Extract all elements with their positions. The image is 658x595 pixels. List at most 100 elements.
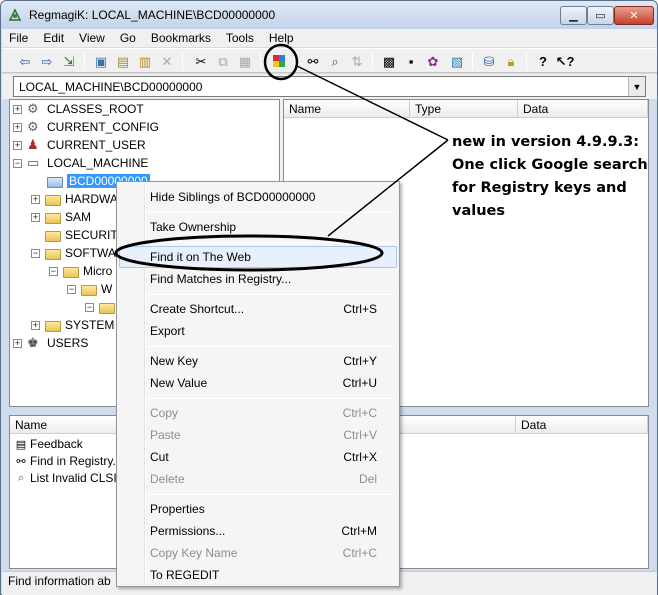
menu-item-new-key[interactable]: New Key Ctrl+Y <box>119 350 397 372</box>
new-window-icon[interactable]: ▣ <box>92 53 110 70</box>
tree-item-system[interactable]: + SYSTEM <box>31 316 114 334</box>
feedback-icon: ▤ <box>15 438 27 451</box>
forward-arrow-icon[interactable]: ⇨ <box>38 53 56 70</box>
menu-help[interactable]: Help <box>262 29 302 47</box>
address-input[interactable]: LOCAL_MACHINE\BCD00000000 ▼ <box>13 76 646 97</box>
menu-item-cut[interactable]: Cut Ctrl+X <box>119 446 397 468</box>
menu-item-find-on-web[interactable]: Find it on The Web <box>119 246 397 268</box>
column-header-type[interactable]: Type <box>410 100 518 118</box>
go-icon[interactable]: ⇲ <box>60 53 78 70</box>
new-key-icon[interactable]: ▤ <box>114 53 132 70</box>
menu-item-export[interactable]: Export <box>119 320 397 342</box>
collapse-minus-icon[interactable]: − <box>31 248 40 258</box>
tree-item-label: SYSTEM <box>65 318 115 332</box>
expand-plus-icon[interactable]: + <box>31 194 40 204</box>
tree-item-users[interactable]: + ♚ USERS <box>13 334 88 352</box>
tree-item-label: LOCAL_MACHINE <box>47 156 149 170</box>
context-help-icon[interactable]: ↖? <box>556 53 575 70</box>
help-icon[interactable]: ? <box>534 53 552 70</box>
menu-go[interactable]: Go <box>113 29 144 47</box>
expand-plus-icon[interactable]: + <box>13 338 22 348</box>
window-title: RegmagiK: LOCAL_MACHINE\BCD00000000 <box>29 8 276 22</box>
menu-item-properties[interactable]: Properties <box>119 498 397 520</box>
tree-item-software[interactable]: − SOFTWA <box>31 244 116 262</box>
google-search-icon[interactable] <box>270 53 288 70</box>
menu-item-create-shortcut[interactable]: Create Shortcut... Ctrl+S <box>119 298 397 320</box>
menu-item-hide-siblings[interactable]: Hide Siblings of BCD00000000 <box>119 186 397 208</box>
collapse-minus-icon[interactable]: − <box>13 158 22 168</box>
gear-cluster-icon: ⚙ <box>27 119 39 134</box>
cut-icon[interactable]: ✂ <box>192 53 210 70</box>
copy-icon[interactable]: ⧉ <box>214 53 232 70</box>
menu-item-label: Copy Key Name <box>150 546 238 560</box>
tree-item-subkey[interactable]: − <box>85 298 119 316</box>
column-header-name[interactable]: Name <box>284 100 410 118</box>
menu-item-delete[interactable]: Delete Del <box>119 468 397 490</box>
menu-item-shortcut: Ctrl+M <box>341 524 377 538</box>
menu-bookmarks[interactable]: Bookmarks <box>144 29 219 47</box>
network-icon[interactable]: ▧ <box>448 53 466 70</box>
list-item-find-in-registry[interactable]: ⚯ Find in Registry... <box>14 453 122 469</box>
menu-item-shortcut: Del <box>358 472 377 486</box>
collapse-minus-icon[interactable]: − <box>67 284 76 294</box>
options-icon[interactable]: ✿ <box>424 53 442 70</box>
tree-item-security[interactable]: SECURIT <box>45 226 118 244</box>
connect-icon[interactable]: ⛁ <box>480 53 498 70</box>
menu-item-shortcut: Ctrl+C <box>342 406 377 420</box>
tree-item-sam[interactable]: + SAM <box>31 208 91 226</box>
tree-item-classes-root[interactable]: + ⚙ CLASSES_ROOT <box>13 100 144 118</box>
menu-item-permissions[interactable]: Permissions... Ctrl+M <box>119 520 397 542</box>
minimize-button[interactable]: ▁ <box>560 6 587 25</box>
save-icon[interactable]: ▪ <box>402 53 420 70</box>
menu-item-to-regedit[interactable]: To REGEDIT <box>119 564 397 586</box>
menu-item-new-value[interactable]: New Value Ctrl+U <box>119 372 397 394</box>
list-item-label: Find in Registry... <box>30 454 123 468</box>
expand-plus-icon[interactable]: + <box>13 104 22 114</box>
menu-tools[interactable]: Tools <box>219 29 262 47</box>
address-bar: LOCAL_MACHINE\BCD00000000 ▼ <box>2 74 657 99</box>
lock-icon[interactable]: 🔒︎ <box>502 53 520 70</box>
app-window: RegmagiK: LOCAL_MACHINE\BCD00000000 ▁ ▭ … <box>0 0 658 595</box>
properties-icon[interactable]: ▩ <box>380 53 398 70</box>
list-item-feedback[interactable]: ▤ Feedback <box>14 436 83 452</box>
menu-item-paste[interactable]: Paste Ctrl+V <box>119 424 397 446</box>
column-header-data[interactable]: Data <box>518 100 648 118</box>
menu-view[interactable]: View <box>72 29 113 47</box>
expand-plus-icon[interactable]: + <box>13 140 22 150</box>
expand-plus-icon[interactable]: + <box>31 320 40 330</box>
expand-plus-icon[interactable]: + <box>31 212 40 222</box>
find-registry-icon[interactable]: ⌕ <box>326 53 344 70</box>
menu-item-copy[interactable]: Copy Ctrl+C <box>119 402 397 424</box>
tree-item-microsoft[interactable]: − Micro <box>49 262 112 280</box>
menu-file[interactable]: File <box>2 29 36 47</box>
new-value-icon[interactable]: ▥ <box>136 53 154 70</box>
tree-item-current-config[interactable]: + ⚙ CURRENT_CONFIG <box>13 118 159 136</box>
collapse-minus-icon[interactable]: − <box>49 266 58 276</box>
list-item-list-invalid-clsid[interactable]: ⌕ List Invalid CLSID <box>14 470 125 486</box>
tree-item-windows[interactable]: − W <box>67 280 112 298</box>
folder-icon <box>63 266 79 278</box>
back-arrow-icon[interactable]: ⇦ <box>16 53 34 70</box>
collapse-minus-icon[interactable]: − <box>85 302 94 312</box>
menu-item-take-ownership[interactable]: Take Ownership <box>119 216 397 238</box>
expand-plus-icon[interactable]: + <box>13 122 22 132</box>
menu-item-label: Create Shortcut... <box>150 302 245 316</box>
address-dropdown-button[interactable]: ▼ <box>628 77 645 96</box>
menu-item-find-matches[interactable]: Find Matches in Registry... <box>119 268 397 290</box>
annotation-callout: new in version 4.9.9.3: One click Google… <box>452 131 657 223</box>
menu-item-copy-key-name[interactable]: Copy Key Name Ctrl+C <box>119 542 397 564</box>
menu-edit[interactable]: Edit <box>36 29 72 47</box>
column-header-data[interactable]: Data <box>516 416 648 434</box>
folder-icon <box>99 302 115 314</box>
tree-item-local-machine[interactable]: − ▭ LOCAL_MACHINE <box>13 154 148 172</box>
tree-item-hardware[interactable]: + HARDWA <box>31 190 118 208</box>
close-button[interactable]: ✕ <box>614 6 654 25</box>
tree-item-current-user[interactable]: + ♟ CURRENT_USER <box>13 136 146 154</box>
compare-icon[interactable]: ⇅ <box>348 53 366 70</box>
maximize-button[interactable]: ▭ <box>587 6 614 25</box>
delete-icon[interactable]: ✕ <box>158 53 176 70</box>
paste-icon[interactable]: ▦ <box>236 53 254 70</box>
binoculars-icon[interactable]: ⚯ <box>304 53 322 70</box>
title-bar: RegmagiK: LOCAL_MACHINE\BCD00000000 ▁ ▭ … <box>1 1 657 29</box>
menu-item-label: Properties <box>150 502 205 516</box>
